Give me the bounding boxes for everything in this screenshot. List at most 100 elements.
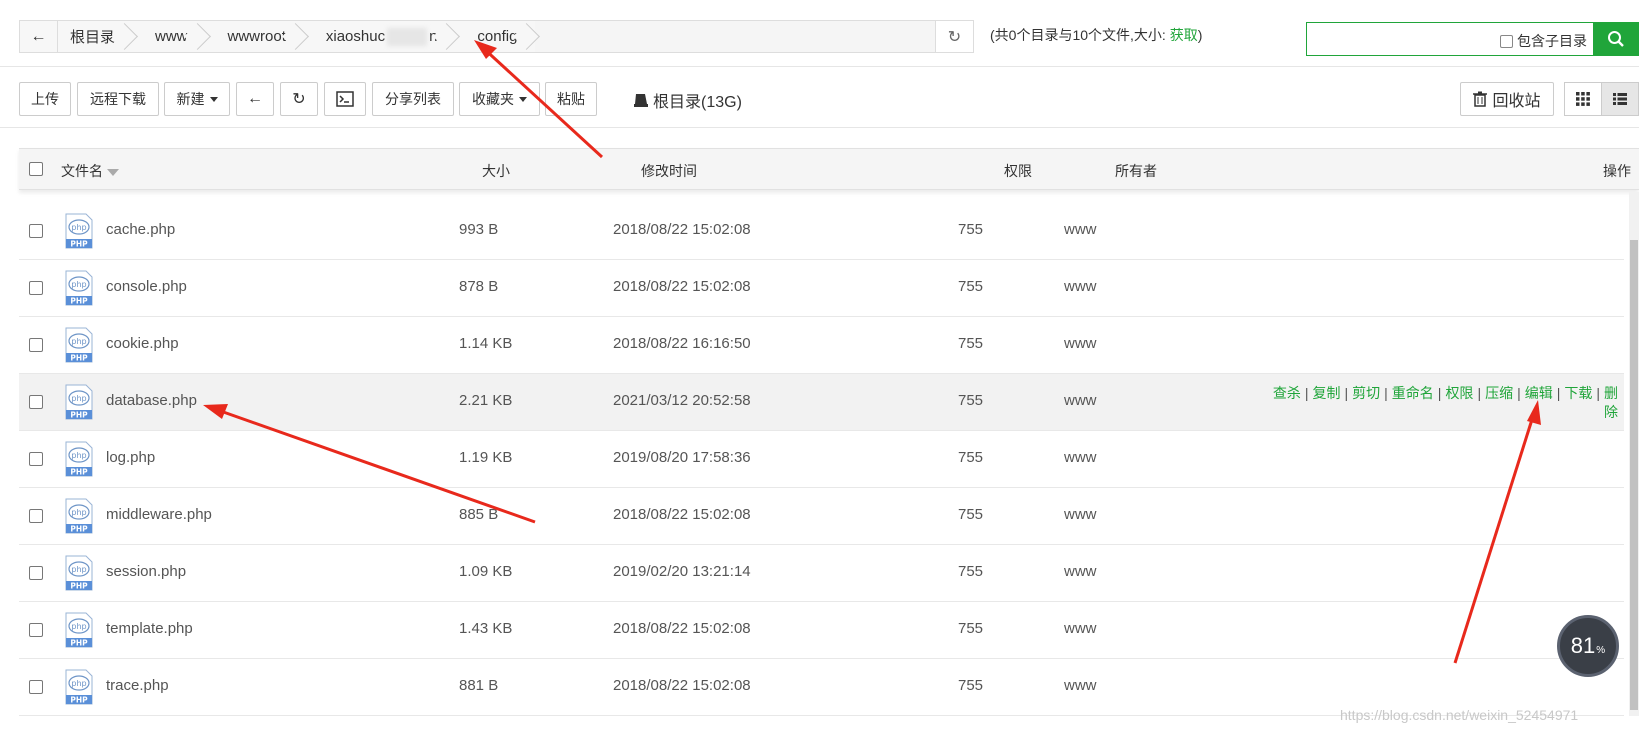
breadcrumb-root[interactable]: 根目录 xyxy=(58,21,134,52)
table-row[interactable]: php PHP template.php 1.43 KB 2018/08/22 15:0… xyxy=(19,602,1624,659)
row-checkbox[interactable] xyxy=(29,452,43,466)
terminal-button[interactable] xyxy=(324,82,366,116)
search-button[interactable] xyxy=(1593,23,1639,55)
file-permission[interactable]: 755 xyxy=(958,335,983,352)
file-name[interactable]: session.php xyxy=(106,563,186,580)
table-row[interactable]: php PHP database.php 2.21 KB 2021/03/12 20:5… xyxy=(19,374,1624,431)
upload-button[interactable]: 上传 xyxy=(19,82,71,116)
file-owner[interactable]: www xyxy=(1064,392,1097,409)
download-action[interactable]: 下载 xyxy=(1564,385,1592,401)
file-owner[interactable]: www xyxy=(1064,506,1097,523)
file-owner[interactable]: www xyxy=(1064,335,1097,352)
row-checkbox[interactable] xyxy=(29,623,43,637)
edit-action[interactable]: 编辑 xyxy=(1525,385,1553,401)
file-permission[interactable]: 755 xyxy=(958,221,983,238)
file-name[interactable]: database.php xyxy=(106,392,197,409)
refresh-button[interactable]: ↻ xyxy=(280,82,318,116)
row-checkbox[interactable] xyxy=(29,509,43,523)
list-view-button[interactable] xyxy=(1601,82,1639,116)
rename-action[interactable]: 重命名 xyxy=(1392,385,1434,401)
remote-download-button[interactable]: 远程下载 xyxy=(77,82,159,116)
php-badge-text: php xyxy=(71,679,86,688)
scan-action[interactable]: 查杀 xyxy=(1273,385,1301,401)
file-owner[interactable]: www xyxy=(1064,449,1097,466)
row-checkbox[interactable] xyxy=(29,224,43,238)
paste-button[interactable]: 粘贴 xyxy=(545,82,597,116)
table-row[interactable]: php PHP session.php 1.09 KB 2019/02/20 13:21… xyxy=(19,545,1624,602)
file-owner[interactable]: www xyxy=(1064,563,1097,580)
cut-action[interactable]: 剪切 xyxy=(1352,385,1380,401)
file-name[interactable]: log.php xyxy=(106,449,155,466)
include-subdir-option[interactable]: 包含子目录 xyxy=(1500,31,1587,51)
header-size[interactable]: 大小 xyxy=(482,161,510,181)
file-size: 1.19 KB xyxy=(459,449,513,466)
table-row[interactable]: php PHP console.php 878 B 2018/08/22 15:02:0… xyxy=(19,260,1624,317)
file-owner[interactable]: www xyxy=(1064,620,1097,637)
scrollbar-thumb[interactable] xyxy=(1630,240,1638,710)
header-mtime[interactable]: 修改时间 xyxy=(641,161,697,181)
file-name[interactable]: cache.php xyxy=(106,221,175,238)
file-owner[interactable]: www xyxy=(1064,677,1097,694)
file-name[interactable]: cookie.php xyxy=(106,335,179,352)
separator: | xyxy=(1596,385,1600,401)
table-row[interactable]: php PHP cache.php 993 B 2018/08/22 15:02:08 7… xyxy=(19,203,1624,260)
file-permission[interactable]: 755 xyxy=(958,563,983,580)
row-checkbox[interactable] xyxy=(29,281,43,295)
search-input[interactable] xyxy=(1311,27,1471,51)
compress-action[interactable]: 压缩 xyxy=(1485,385,1513,401)
file-name[interactable]: console.php xyxy=(106,278,187,295)
separator: | xyxy=(1517,385,1521,401)
breadcrumb-site[interactable]: xiaoshuc n xyxy=(303,21,456,52)
trash-icon xyxy=(1473,91,1488,107)
php-label-text: PHP xyxy=(70,411,88,420)
divider xyxy=(0,127,1639,128)
scrollbar[interactable] xyxy=(1629,192,1639,716)
share-list-button[interactable]: 分享列表 xyxy=(372,82,454,116)
refresh-icon: ↻ xyxy=(292,91,306,108)
delete-action[interactable]: 删除 xyxy=(1604,385,1618,420)
file-name[interactable]: trace.php xyxy=(106,677,169,694)
file-mtime: 2019/02/20 13:21:14 xyxy=(613,563,751,580)
file-owner[interactable]: www xyxy=(1064,278,1097,295)
breadcrumb-www[interactable]: www xyxy=(133,21,206,52)
separator: | xyxy=(1384,385,1388,401)
row-checkbox[interactable] xyxy=(29,680,43,694)
file-name[interactable]: template.php xyxy=(106,620,193,637)
favorites-dropdown-button[interactable]: 收藏夹 xyxy=(459,82,540,116)
breadcrumb-wwwroot[interactable]: wwwroot xyxy=(205,21,304,52)
select-all-checkbox[interactable] xyxy=(29,162,43,176)
file-permission[interactable]: 755 xyxy=(958,620,983,637)
breadcrumb-config[interactable]: config xyxy=(455,21,536,52)
disk-selector[interactable]: 根目录(13G) xyxy=(633,88,742,112)
php-badge-text: php xyxy=(71,622,86,631)
php-file-icon: php PHP xyxy=(65,498,93,534)
path-refresh-button[interactable]: ↻ xyxy=(935,21,973,52)
table-row[interactable]: php PHP log.php 1.19 KB 2019/08/20 17:58:36 7… xyxy=(19,431,1624,488)
path-back-button[interactable]: ← xyxy=(20,21,58,52)
header-ops: 操作 xyxy=(1603,163,1631,179)
path-bar: ← 根目录 www wwwroot xiaoshuc n config ↻ xyxy=(19,20,974,53)
file-permission[interactable]: 755 xyxy=(958,506,983,523)
table-row[interactable]: php PHP cookie.php 1.14 KB 2018/08/22 16:16:… xyxy=(19,317,1624,374)
speed-widget[interactable]: 81% xyxy=(1557,615,1619,677)
row-checkbox[interactable] xyxy=(29,566,43,580)
include-subdir-checkbox[interactable] xyxy=(1500,34,1513,48)
file-owner[interactable]: www xyxy=(1064,221,1097,238)
file-permission[interactable]: 755 xyxy=(958,392,983,409)
file-permission[interactable]: 755 xyxy=(958,278,983,295)
recycle-bin-button[interactable]: 回收站 xyxy=(1460,82,1554,116)
copy-action[interactable]: 复制 xyxy=(1313,385,1341,401)
header-name[interactable]: 文件名 xyxy=(61,161,119,181)
row-checkbox[interactable] xyxy=(29,395,43,409)
back-button[interactable]: ← xyxy=(236,82,274,116)
fetch-size-link[interactable]: 获取 xyxy=(1170,27,1198,43)
file-permission[interactable]: 755 xyxy=(958,677,983,694)
table-row[interactable]: php PHP middleware.php 885 B 2018/08/22 15:0… xyxy=(19,488,1624,545)
permission-action[interactable]: 权限 xyxy=(1445,385,1473,401)
file-name[interactable]: middleware.php xyxy=(106,506,212,523)
php-badge-text: php xyxy=(71,508,86,517)
file-permission[interactable]: 755 xyxy=(958,449,983,466)
new-dropdown-button[interactable]: 新建 xyxy=(164,82,230,116)
row-checkbox[interactable] xyxy=(29,338,43,352)
grid-view-button[interactable] xyxy=(1564,82,1602,116)
